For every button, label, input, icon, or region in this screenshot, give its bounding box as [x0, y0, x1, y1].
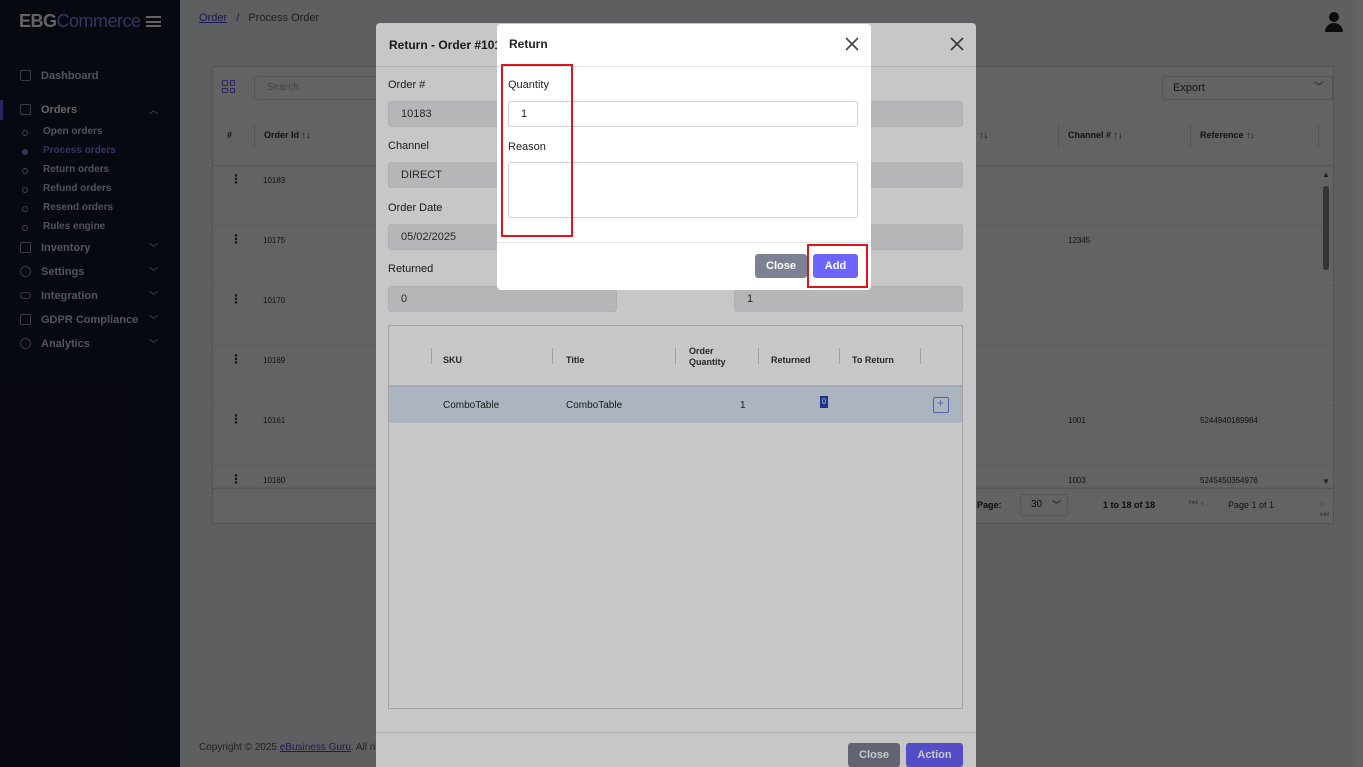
- highlight-box: [501, 64, 573, 237]
- highlight-box: [807, 244, 868, 288]
- close-icon[interactable]: [844, 36, 860, 52]
- close-button[interactable]: Close: [755, 254, 807, 278]
- modal-title: Return: [509, 37, 548, 51]
